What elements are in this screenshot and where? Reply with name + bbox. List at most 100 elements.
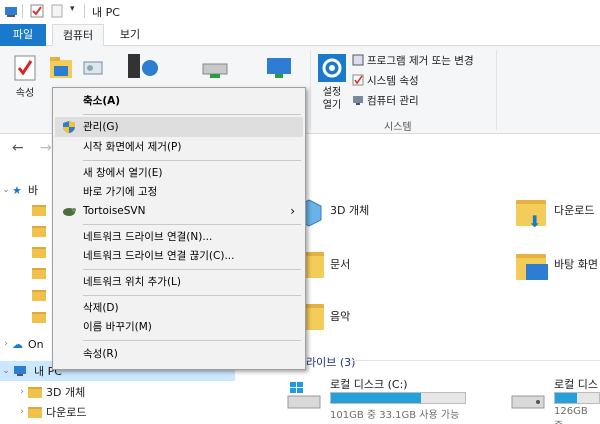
download-arrow-icon: ⬇ (528, 212, 542, 231)
chevron-down-icon: ⌄ (2, 366, 10, 376)
map-drive-button[interactable] (200, 58, 230, 82)
devices-header: 라이브 (3) (306, 356, 356, 369)
windows-drive-icon (287, 382, 321, 409)
tab-computer[interactable]: 컴퓨터 (52, 24, 104, 47)
folder-icon (32, 205, 46, 216)
uninstall-label: 프로그램 제거 또는 변경 (367, 54, 474, 67)
system-properties-button[interactable]: 시스템 속성 (352, 72, 419, 88)
folder-icon (32, 268, 46, 279)
nav-pinned-folder[interactable] (32, 268, 46, 282)
nav-pinned-folder[interactable] (32, 205, 46, 219)
folder-music-label: 음악 (330, 310, 351, 323)
folder-desktop-label: 바탕 화면 (554, 258, 598, 271)
drive-c[interactable] (286, 380, 322, 414)
star-icon: ★ (12, 183, 22, 197)
computer-management-icon (353, 96, 363, 105)
media-server-icon (128, 54, 158, 78)
app-icon (4, 4, 18, 18)
properties-label: 속성 (15, 88, 35, 99)
customize-qat-icon[interactable]: ▾ (70, 4, 84, 18)
chevron-down-icon: ⌄ (2, 185, 10, 195)
drive-2-usage-fill (555, 393, 577, 403)
menu-item-manage[interactable]: 관리(G) (55, 117, 303, 137)
open-settings-label-line1: 설정 (322, 87, 342, 98)
drive-c-usage-fill (331, 393, 421, 403)
forward-arrow-icon[interactable]: → (40, 140, 52, 156)
nav-onedrive-label: On (28, 337, 44, 351)
drive-c-free-space: 101GB 중 33.1GB 사용 가능 (330, 410, 460, 421)
projector-icon (83, 61, 103, 75)
desktop-screen-icon (526, 264, 548, 280)
nav-pinned-folder[interactable] (32, 226, 46, 240)
submenu-arrow-icon: › (290, 204, 295, 218)
tab-view[interactable]: 보기 (110, 24, 150, 46)
folder-icon (32, 290, 46, 301)
ribbon-separator (496, 50, 497, 130)
downloads-folder-icon (28, 406, 42, 418)
add-network-location-button[interactable] (264, 54, 294, 82)
nav-quick-access-label: 바 (28, 184, 39, 197)
hard-drive-icon (511, 395, 545, 409)
menu-item-rename[interactable]: 이름 바꾸기(M) (55, 317, 303, 337)
menu-separator (83, 160, 301, 161)
open-settings-label: 설정 열기 (316, 86, 348, 112)
nav-downloads[interactable]: › 다운로드 (16, 402, 235, 422)
menu-item-map-network-drive[interactable]: 네트워크 드라이브 연결(N)... (55, 227, 303, 247)
open-settings-label-line2: 열기 (322, 100, 342, 111)
menu-separator (83, 295, 301, 296)
menu-separator (83, 340, 301, 341)
gear-icon (322, 58, 342, 78)
properties-icon (14, 55, 36, 81)
menu-item-properties[interactable]: 속성(R) (55, 344, 303, 364)
menu-item-pin-quick-access[interactable]: 바로 가기에 고정 (55, 182, 303, 202)
uninstall-program-button[interactable]: 프로그램 제거 또는 변경 (352, 52, 474, 68)
title-bar: ▾ 내 PC (0, 0, 600, 24)
back-arrow-icon[interactable]: ← (12, 140, 24, 156)
nav-downloads-label: 다운로드 (46, 406, 87, 419)
cloud-icon: ☁ (12, 337, 23, 351)
open-button[interactable] (48, 54, 74, 82)
drive-2-usage-bar (554, 392, 600, 404)
window-title: 내 PC (92, 6, 120, 19)
drive-c-usage-bar (330, 392, 466, 404)
menu-item-collapse[interactable]: 축소(A) (55, 91, 303, 111)
media-button[interactable] (80, 54, 108, 82)
nav-pinned-folder[interactable] (32, 290, 46, 304)
open-settings-button[interactable] (318, 54, 346, 82)
group-label-system: 시스템 (384, 122, 412, 133)
menu-separator (83, 269, 301, 270)
context-menu: 축소(A) 관리(G) 시작 화면에서 제거(P) 새 창에서 열기(E) 바로… (52, 87, 306, 370)
tab-file[interactable]: 파일 (0, 24, 46, 46)
nav-pinned-folder[interactable] (32, 247, 46, 261)
chevron-right-icon: › (4, 339, 8, 349)
properties-quick-icon[interactable] (30, 4, 44, 18)
nav-3d-objects[interactable]: › 3D 개체 (16, 382, 235, 402)
network-drive-icon (202, 63, 228, 78)
folder-documents-label: 문서 (330, 258, 351, 271)
ribbon-separator (310, 50, 311, 130)
menu-item-add-network-location[interactable]: 네트워크 위치 추가(L) (55, 272, 303, 292)
menu-item-disconnect-network-drive[interactable]: 네트워크 드라이브 연결 끊기(C)... (55, 246, 303, 266)
computer-management-button[interactable]: 컴퓨터 관리 (352, 92, 419, 108)
devices-header-line (350, 360, 600, 361)
open-folder-icon (50, 57, 72, 78)
menu-item-unpin-start[interactable]: 시작 화면에서 제거(P) (55, 137, 303, 157)
drive-2[interactable] (508, 388, 548, 414)
ribbon-tabs: 파일 컴퓨터 보기 (0, 24, 600, 47)
menu-item-delete[interactable]: 삭제(D) (55, 298, 303, 318)
properties-button[interactable] (12, 54, 38, 82)
chevron-right-icon: › (20, 387, 24, 397)
menu-item-tortoisesvn[interactable]: TortoiseSVN › (55, 201, 303, 221)
nav-3d-objects-label: 3D 개체 (46, 386, 86, 399)
access-media-button[interactable] (122, 52, 160, 82)
uninstall-icon (352, 54, 364, 66)
shield-icon (63, 121, 75, 133)
folder-downloads-label: 다운로드 (554, 204, 595, 217)
folder-icon (32, 247, 46, 258)
nav-pinned-folder[interactable] (32, 312, 46, 326)
new-folder-quick-icon[interactable] (50, 4, 64, 18)
system-properties-label: 시스템 속성 (367, 74, 419, 87)
folder-3d-objects-label: 3D 개체 (330, 204, 370, 217)
menu-item-open-new-window[interactable]: 새 창에서 열기(E) (55, 163, 303, 183)
chevron-right-icon: › (20, 407, 24, 417)
